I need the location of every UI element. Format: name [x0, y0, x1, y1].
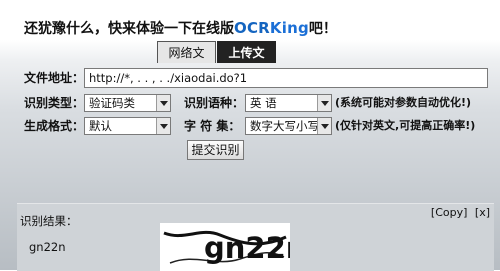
result-text: gn22n: [29, 240, 66, 254]
logo-ocr: OCR: [234, 19, 270, 37]
tab-upload-file[interactable]: 上传文件: [217, 41, 276, 82]
format-select[interactable]: 默认: [84, 117, 171, 135]
chevron-down-icon: [156, 95, 170, 111]
url-label: 文件地址：: [24, 71, 85, 85]
lang-select-value: 英 语: [250, 96, 277, 110]
charset-select-value: 数字大写小写: [250, 119, 319, 133]
lang-note: (系统可能对参数自动优化!): [335, 96, 472, 109]
headline-prefix: 还犹豫什么，快来体验一下在线版: [24, 21, 234, 37]
type-select[interactable]: 验证码类: [84, 94, 171, 112]
ocrking-logo: OCRKing: [234, 19, 309, 37]
chevron-down-icon: [156, 118, 170, 134]
close-button[interactable]: [x]: [475, 206, 490, 219]
charset-note: (仅针对英文,可提高正确率!): [335, 119, 476, 132]
format-select-value: 默认: [89, 119, 112, 133]
captcha-image: gn22n: [160, 223, 290, 271]
url-input[interactable]: http://*, . . , . ./xiaodai.do?1: [84, 68, 488, 88]
lang-label: 识别语种：: [184, 96, 245, 110]
lang-select[interactable]: 英 语: [245, 94, 332, 112]
type-label: 识别类型：: [24, 96, 85, 110]
headline: 还犹豫什么，快来体验一下在线版OCRKing吧！: [24, 18, 337, 38]
chevron-down-icon: [317, 95, 331, 111]
chevron-down-icon: [317, 118, 331, 134]
format-label: 生成格式：: [24, 119, 85, 133]
captcha-text: gn22n: [204, 231, 290, 265]
tab-network-file[interactable]: 网络文件: [157, 41, 216, 82]
charset-select[interactable]: 数字大写小写: [245, 117, 332, 135]
charset-label: 字 符 集：: [184, 119, 241, 133]
logo-king: King: [269, 19, 309, 37]
result-label: 识别结果：: [20, 214, 78, 228]
type-select-value: 验证码类: [89, 96, 135, 110]
result-actions: [Copy] [x]: [427, 206, 490, 219]
submit-button[interactable]: 提交识别: [187, 140, 244, 160]
headline-suffix: 吧！: [308, 21, 337, 37]
copy-button[interactable]: [Copy]: [431, 206, 468, 219]
result-panel: 识别结果： [Copy] [x] gn22n gn22n: [17, 203, 494, 271]
